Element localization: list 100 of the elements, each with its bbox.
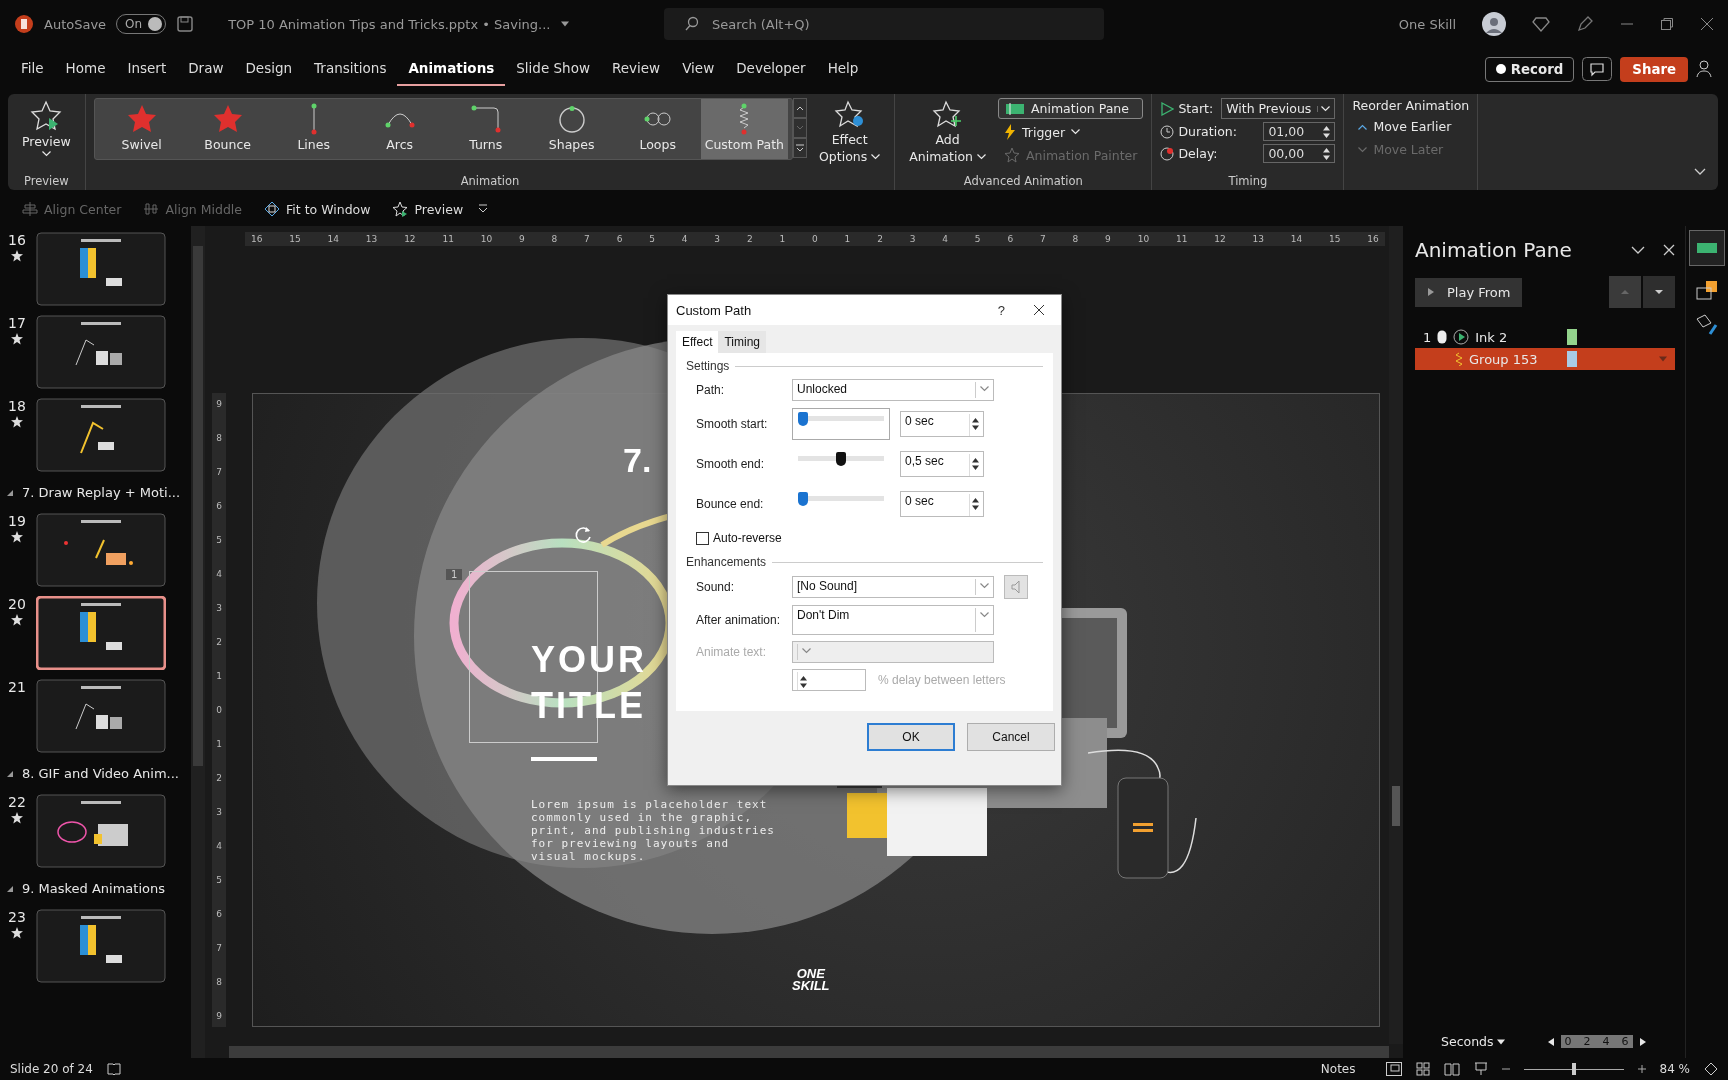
accessibility-icon[interactable] [106, 1063, 121, 1075]
customize-toolbar-icon[interactable] [477, 204, 490, 214]
spinner-arrows-icon[interactable] [972, 497, 979, 511]
zoom-level[interactable]: 84 % [1659, 1062, 1690, 1076]
section-title[interactable]: 7. Draw Replay + Moti... [22, 485, 181, 500]
animation-effect[interactable]: Loops [614, 99, 701, 159]
zoom-in-icon[interactable] [1637, 1065, 1646, 1073]
search-field[interactable]: Search (Alt+Q) [664, 8, 1104, 40]
slide-thumbnail[interactable] [36, 232, 166, 306]
spinner-arrows-icon[interactable] [800, 675, 807, 689]
help-button[interactable]: ? [991, 301, 1011, 319]
slider[interactable] [792, 408, 890, 440]
zoom-thumb[interactable] [1571, 1063, 1576, 1075]
animation-pane-icon[interactable] [1689, 230, 1725, 266]
scroll-up-icon[interactable] [793, 98, 807, 118]
format-icon[interactable] [1696, 314, 1718, 336]
scroll-thumb[interactable] [1392, 786, 1400, 826]
slide-thumbnail[interactable] [36, 596, 166, 670]
delay-spinner[interactable]: 00,00 [1263, 144, 1336, 163]
spinner-arrows-icon[interactable] [972, 417, 979, 431]
section-title[interactable]: 9. Masked Animations [22, 881, 165, 896]
scroll-thumb[interactable] [193, 246, 203, 766]
avatar[interactable] [1482, 12, 1506, 36]
toolbar-button[interactable]: Preview [384, 199, 472, 219]
fit-slide-icon[interactable] [1704, 1062, 1718, 1076]
slide-thumbnail[interactable] [36, 679, 166, 753]
seconds-spinner[interactable]: 0,5 sec [900, 451, 984, 477]
slider-thumb[interactable] [798, 492, 808, 506]
close-icon[interactable] [1033, 304, 1045, 316]
start-dropdown[interactable]: With Previous [1221, 98, 1336, 119]
spinner-arrows-icon[interactable] [1323, 146, 1331, 161]
auto-reverse-checkbox[interactable] [696, 531, 709, 545]
checkbox-label[interactable]: Auto-reverse [713, 531, 782, 545]
close-icon[interactable] [1700, 17, 1714, 31]
animation-list-item[interactable]: 1 Ink 2 [1415, 326, 1675, 348]
notes-button[interactable]: Notes [1314, 1061, 1362, 1077]
section-title[interactable]: 8. GIF and Video Anim... [22, 766, 179, 781]
animation-effect[interactable]: Custom Path [700, 99, 788, 159]
seconds-spinner[interactable]: 0 sec [900, 491, 984, 517]
preview-button[interactable]: Preview [16, 98, 77, 159]
spinner-arrows-icon[interactable] [972, 457, 979, 471]
move-earlier-button[interactable]: Move Earlier [1352, 117, 1458, 136]
grid-view-icon[interactable] [1415, 1062, 1430, 1076]
slider-thumb[interactable] [798, 412, 808, 426]
share-button[interactable]: Share [1620, 56, 1688, 82]
effect-options-button[interactable]: Effect Options [813, 98, 887, 166]
dialog-tab[interactable]: Effect [676, 331, 719, 353]
animation-effect[interactable]: Turns [442, 99, 529, 159]
menu-tab[interactable]: File [10, 52, 55, 86]
after-animation-dropdown[interactable]: Don't Dim [792, 605, 994, 635]
slide-thumbnail[interactable] [36, 909, 166, 983]
slide-thumbnail[interactable] [36, 794, 166, 868]
sound-dropdown[interactable]: [No Sound] [792, 576, 994, 598]
menu-tab[interactable]: Transitions [303, 52, 398, 86]
scrollbar[interactable] [229, 1046, 1389, 1058]
menu-tab[interactable]: View [671, 52, 726, 86]
toolbar-button[interactable]: Fit to Window [256, 199, 379, 219]
duration-spinner[interactable]: 01,00 [1263, 122, 1336, 141]
slideshow-icon[interactable] [1473, 1062, 1488, 1076]
menu-tab[interactable]: Home [54, 52, 117, 86]
restore-icon[interactable] [1660, 17, 1674, 31]
comment-icon[interactable] [1582, 57, 1613, 81]
cancel-button[interactable]: Cancel [967, 723, 1055, 751]
slide-thumbnail[interactable] [36, 513, 166, 587]
menu-tab[interactable]: Draw [177, 52, 235, 86]
add-animation-button[interactable]: Add Animation [903, 98, 992, 166]
scrollbar[interactable] [1389, 226, 1403, 1044]
menu-tab[interactable]: Developer [725, 52, 817, 86]
record-button[interactable]: Record [1484, 56, 1575, 82]
path-dropdown[interactable]: Unlocked [792, 379, 994, 401]
animation-pane-button[interactable]: Animation Pane [997, 98, 1144, 119]
menu-tab[interactable]: Animations [397, 52, 506, 86]
scrollbar[interactable] [191, 226, 205, 1058]
animation-effect[interactable]: Bounce [184, 99, 271, 159]
trigger-button[interactable]: Trigger [997, 122, 1144, 142]
animation-effect[interactable]: Shapes [528, 99, 615, 159]
rotate-handle-icon[interactable] [574, 525, 594, 545]
slide-thumbnail[interactable] [36, 315, 166, 389]
reading-view-icon[interactable] [1443, 1062, 1460, 1076]
slider-thumb[interactable] [836, 452, 846, 466]
collapse-ribbon-icon[interactable] [1694, 168, 1706, 176]
play-from-button[interactable]: Play From [1415, 277, 1523, 307]
normal-view-icon[interactable] [1385, 1062, 1402, 1076]
slide-thumbnail[interactable] [36, 398, 166, 472]
document-title[interactable]: TOP 10 Animation Tips and Tricks.pptx • Saving... [228, 16, 551, 32]
animation-effect[interactable]: Swivel [98, 99, 185, 159]
menu-tab[interactable]: Design [234, 52, 304, 86]
selection-pane-icon[interactable] [1696, 280, 1718, 300]
spinner-arrows-icon[interactable] [1323, 124, 1331, 139]
menu-tab[interactable]: Help [816, 52, 870, 86]
menu-tab[interactable]: Review [600, 52, 672, 86]
animation-effect[interactable]: Lines [270, 99, 357, 159]
menu-tab[interactable]: Insert [116, 52, 178, 86]
seconds-dropdown[interactable]: Seconds [1435, 1033, 1511, 1050]
animation-effect[interactable]: Arcs [356, 99, 443, 159]
save-icon[interactable] [176, 15, 195, 33]
animation-list-item[interactable]: Group 153 [1415, 348, 1675, 370]
diamond-icon[interactable] [1532, 15, 1550, 33]
more-icon[interactable] [793, 138, 807, 158]
menu-tab[interactable]: Slide Show [505, 52, 601, 86]
